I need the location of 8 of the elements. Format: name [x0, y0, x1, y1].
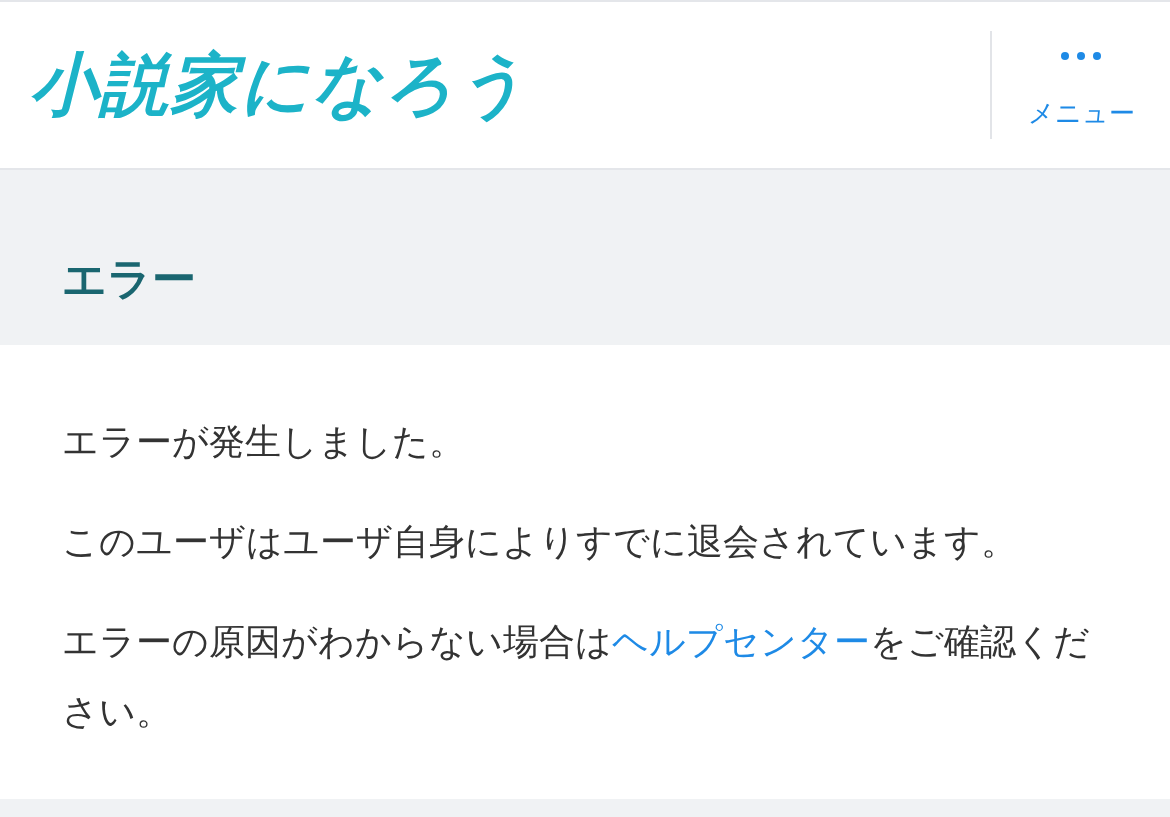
page-heading: エラー — [62, 252, 196, 306]
help-center-link[interactable]: ヘルプセンター — [612, 621, 870, 662]
more-icon — [1059, 49, 1103, 62]
message-text: このユーザはユーザ自身によりすでに退会されています。 — [62, 520, 1018, 564]
message-text: エラーが発生しました。 — [62, 420, 466, 464]
message-text: エラーの原因がわからない場合はヘルプセンターをご確認ください。 — [62, 620, 1091, 734]
site-logo[interactable]: 小説家になろう — [30, 39, 990, 131]
menu-button[interactable]: メニュー — [992, 49, 1170, 131]
